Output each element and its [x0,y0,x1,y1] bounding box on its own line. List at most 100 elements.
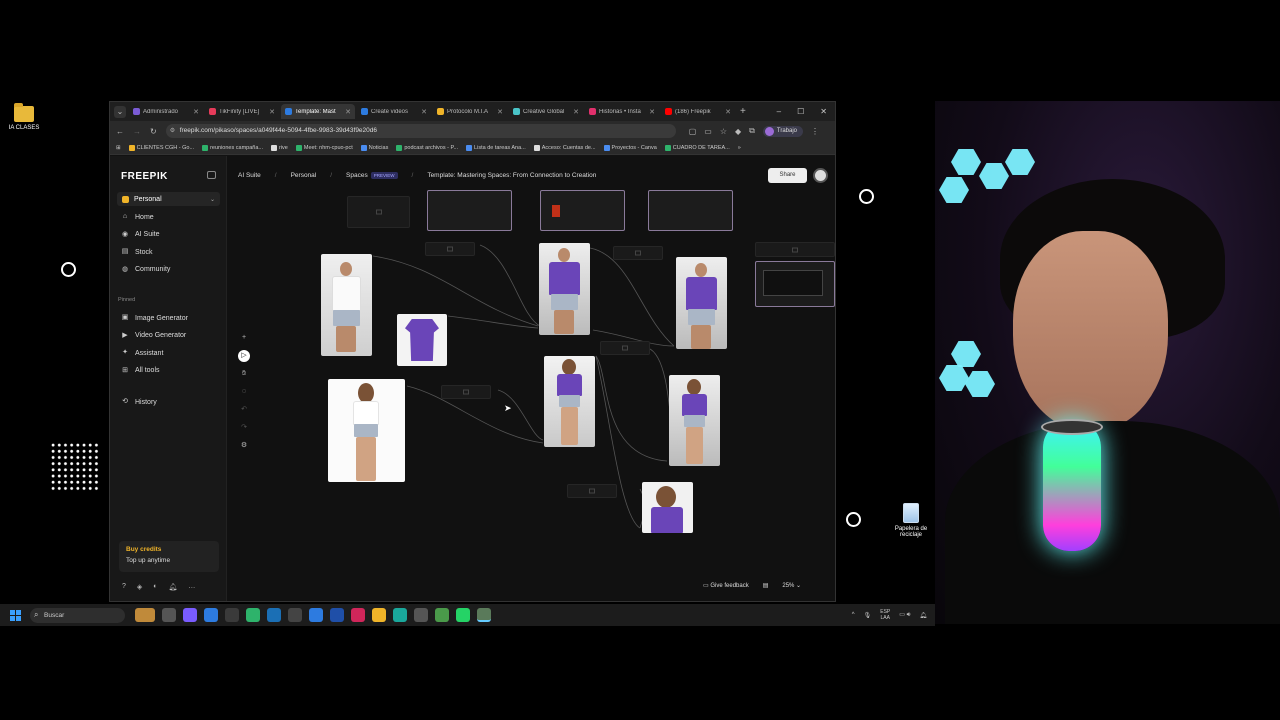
chrome-icon[interactable] [435,608,449,622]
tab-close-icon[interactable]: ✕ [497,108,503,116]
bookmark-item[interactable]: Acceso: Cuentas de... [533,144,596,151]
browser-menu-icon[interactable]: ⋮ [811,127,819,136]
canvas-node-placeholder[interactable] [600,341,650,355]
browser-tab[interactable]: Protocolo M.I.A ✕ [433,104,507,119]
whatsapp-icon[interactable] [456,608,470,622]
select-tool-icon[interactable]: ▷ [238,350,250,362]
new-tab-button[interactable]: + [740,106,746,117]
chrome-profile-icon[interactable] [477,608,491,622]
forward-icon[interactable]: → [133,127,141,136]
cast-icon[interactable]: ▭ [704,127,712,136]
browser-tab[interactable]: TikFinity [LIVE] ✕ [205,104,279,119]
profile-button[interactable]: Trabajo [762,125,803,137]
zoom-dropdown[interactable]: 25% ⌄ [782,582,801,589]
canvas-node-placeholder[interactable] [613,246,663,260]
steam-icon[interactable] [267,608,281,622]
microphone-icon[interactable]: 🎙︎ [864,612,872,619]
canvas-node-screenshot[interactable] [648,190,733,231]
photoshop-icon[interactable] [330,608,344,622]
network-volume-icon[interactable]: ▭ 🔊︎ [899,611,910,619]
maximize-button[interactable]: ☐ [797,107,804,116]
browser-tab[interactable]: Template: Mast ✕ [281,104,355,119]
add-node-icon[interactable]: + [238,332,250,344]
bookmark-star-icon[interactable]: ☆ [720,127,727,136]
canvas-node-screenshot[interactable] [427,190,512,231]
back-icon[interactable]: ← [116,127,124,136]
canvas-node-placeholder[interactable] [347,196,410,228]
url-field[interactable]: freepik.com/pikaso/spaces/a049f44e-5094-… [165,124,676,138]
bookmarks-overflow-button[interactable]: » [738,145,741,151]
canvas-node-screenshot[interactable] [540,190,625,231]
bookmark-item[interactable]: podcast archivos - P... [396,144,458,151]
widgets-icon[interactable] [135,608,155,622]
canvas-node-placeholder[interactable] [567,484,617,498]
tab-close-icon[interactable]: ✕ [345,108,351,116]
canvas-node-placeholder[interactable] [425,242,475,256]
file-explorer-icon[interactable] [372,608,386,622]
minimize-button[interactable]: – [777,107,781,116]
tab-close-icon[interactable]: ✕ [649,108,655,116]
canvas-node-generated-photo[interactable] [539,243,590,335]
redo-icon[interactable]: ↷ [238,422,250,434]
edge-icon[interactable] [204,608,218,622]
bookmark-item[interactable]: reuniones campaña... [202,144,263,151]
desktop-recycle-bin[interactable]: Papelera de reciclaje [893,503,929,538]
minimap-icon[interactable]: ▤ [763,582,769,589]
canvas-node-generated-photo[interactable] [642,482,693,533]
store-icon[interactable] [225,608,239,622]
language-indicator[interactable]: ESP LAA [880,609,890,621]
canvas-node-placeholder[interactable] [755,242,835,257]
comment-tool-icon[interactable]: ◌ [238,386,250,398]
desktop-folder-ia-clases[interactable]: IA CLASES [6,103,42,131]
app-icon[interactable] [309,608,323,622]
epic-games-icon[interactable] [288,608,302,622]
canvas-node-generated-photo[interactable] [544,356,595,447]
taskbar-search[interactable]: Buscar [30,607,125,623]
tiktok-live-icon[interactable] [351,608,365,622]
copilot-icon[interactable] [183,608,197,622]
browser-tab[interactable]: (186) Freepik ✕ [661,104,735,119]
undo-icon[interactable]: ↶ [238,404,250,416]
canvas-node-generated-photo[interactable] [676,257,727,349]
bookmark-item[interactable]: Lista de tareas Ana... [466,144,526,151]
browser-tab[interactable]: Historias • Insta ✕ [585,104,659,119]
extensions-puzzle-icon[interactable]: ⧉ [749,126,755,136]
extension-icon[interactable]: ◆ [735,127,741,136]
bookmark-item[interactable]: CUADRO DE TAREA... [664,144,730,151]
canvas-node-generated-photo[interactable] [669,375,720,466]
notification-bell-icon[interactable]: 🔔︎ [919,612,927,619]
bookmark-item[interactable]: Proyectos - Canva [603,144,657,151]
canvas-node-placeholder[interactable] [441,385,491,399]
canvas-node-screenshot[interactable] [755,261,835,307]
bookmark-item[interactable]: rive [270,144,288,151]
tab-search-icon[interactable]: ⌄ [114,105,126,118]
close-window-button[interactable]: ✕ [820,107,827,116]
settings-icon[interactable]: ⚙ [238,440,250,452]
bookmark-item[interactable]: Meet: nhm-cpuo-pct [295,144,353,151]
profile-label: Trabajo [776,128,797,134]
app-icon[interactable] [393,608,407,622]
browser-tab[interactable]: Administrado ✕ [129,104,203,119]
canvas-node-model-photo[interactable] [321,254,372,356]
apps-grid-icon[interactable]: ⊞ [116,145,121,151]
install-app-icon[interactable]: ▢ [689,127,697,136]
tab-close-icon[interactable]: ✕ [573,108,579,116]
obs-icon[interactable] [414,608,428,622]
canvas-node-model-photo[interactable] [328,379,405,482]
browser-tab[interactable]: Create videos ✕ [357,104,431,119]
tray-overflow-icon[interactable]: ^ [852,612,855,618]
tab-close-icon[interactable]: ✕ [269,108,275,116]
browser-tab[interactable]: Creative Global ✕ [509,104,583,119]
task-view-icon[interactable] [162,608,176,622]
tab-close-icon[interactable]: ✕ [193,108,199,116]
reload-icon[interactable]: ↻ [150,127,157,136]
bookmark-item[interactable]: Noticias [360,144,388,151]
give-feedback-button[interactable]: ▭ Give feedback [703,582,749,589]
tab-close-icon[interactable]: ✕ [725,108,731,116]
hand-tool-icon[interactable]: ✋︎ [238,368,250,380]
windows-start-icon[interactable] [10,609,21,621]
tab-close-icon[interactable]: ✕ [421,108,427,116]
bookmark-item[interactable]: CLIENTES CGH - Go... [128,144,194,151]
canvas-node-tshirt-photo[interactable] [397,314,447,366]
media-player-icon[interactable] [246,608,260,622]
